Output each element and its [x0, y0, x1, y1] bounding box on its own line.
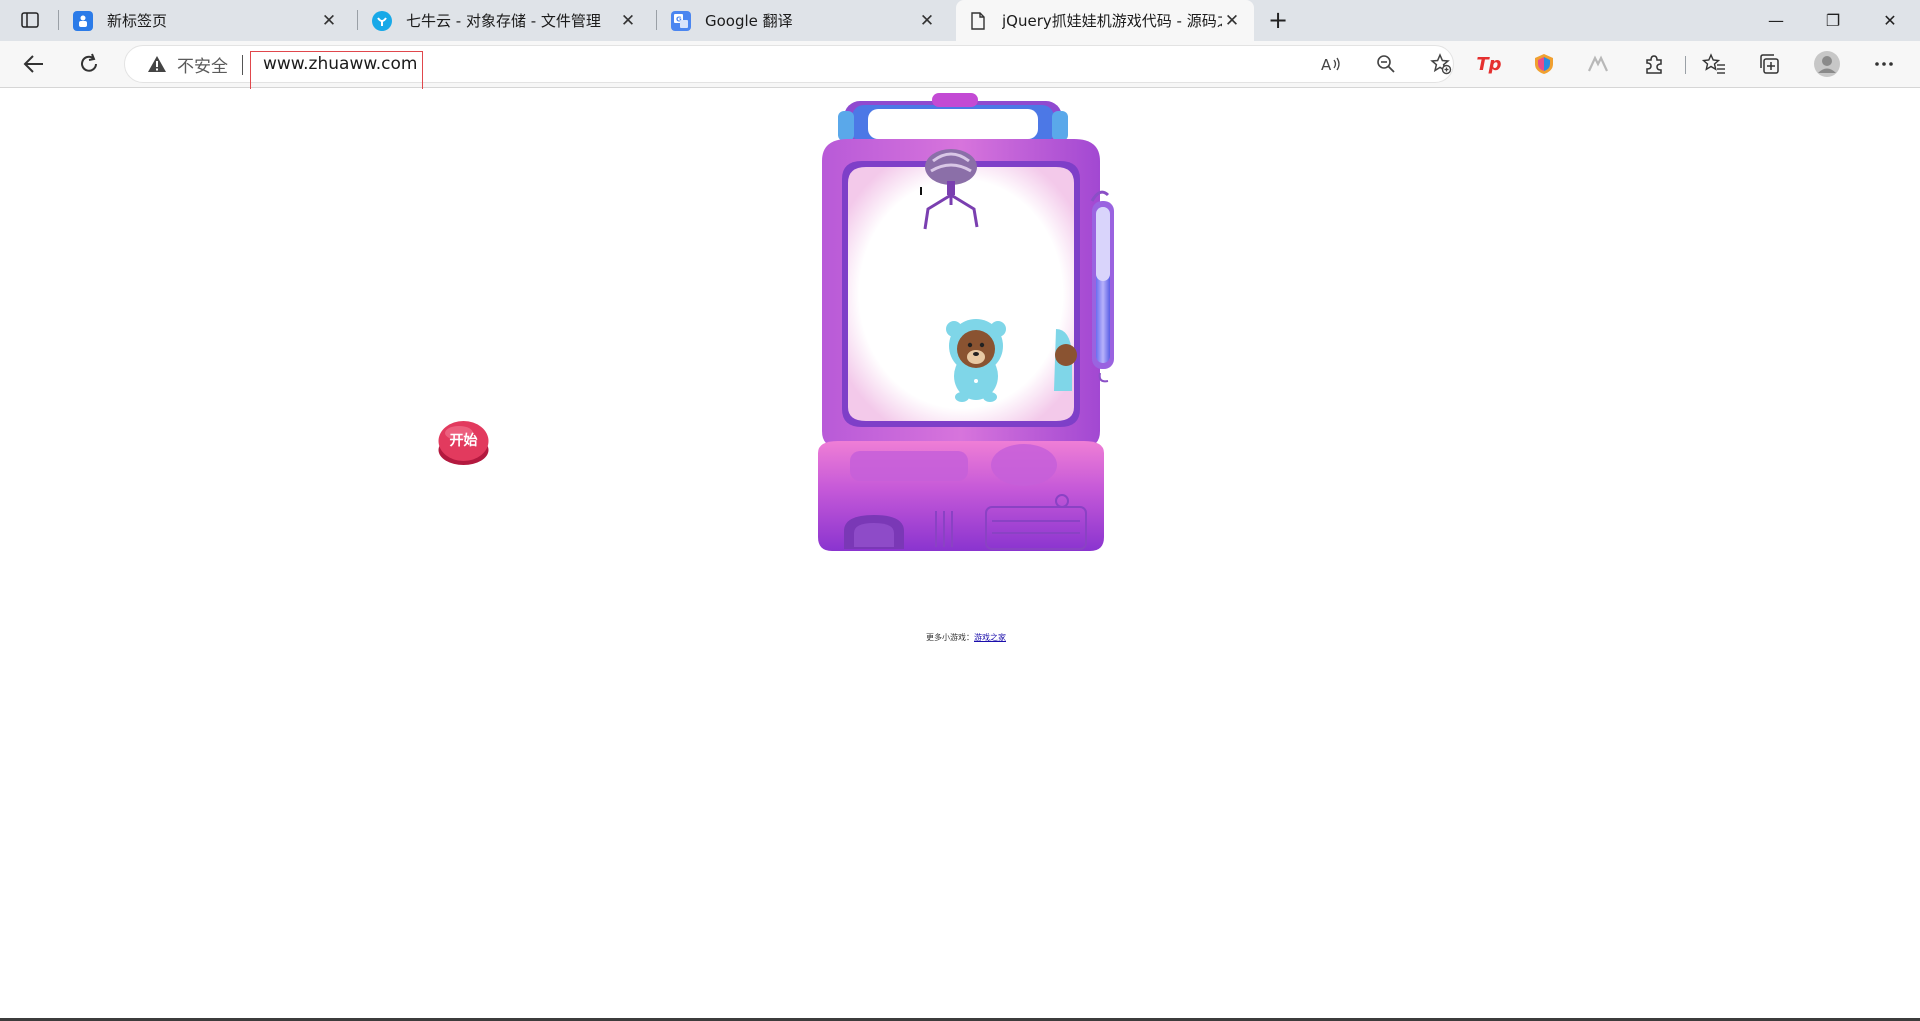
close-icon[interactable]: ✕: [1222, 11, 1242, 31]
tab-separator: [656, 10, 657, 30]
read-aloud-icon: A: [1321, 56, 1340, 73]
tab-claw-machine[interactable]: jQuery抓娃娃机游戏代码 - 源码之 ✕: [956, 0, 1254, 41]
mountain-extension-icon: [1588, 55, 1608, 72]
window-close-button[interactable]: ✕: [1862, 0, 1918, 40]
google-translate-icon: G: [671, 10, 691, 31]
tab-separator: [357, 10, 358, 30]
new-tab-button[interactable]: +: [1258, 5, 1298, 35]
add-favorite-button[interactable]: [1423, 47, 1459, 81]
tab-title: Google 翻译: [705, 12, 793, 30]
refresh-icon: [81, 53, 97, 72]
tab-title: 新标签页: [107, 12, 168, 30]
extension-tp-button[interactable]: Tp: [1471, 47, 1507, 81]
coin-tube-icon: [1090, 190, 1114, 383]
extension-shield-button[interactable]: [1526, 47, 1562, 81]
new-tab-icon: [73, 10, 93, 31]
zoom-button[interactable]: [1368, 47, 1404, 81]
tab-title: jQuery抓娃娃机游戏代码 - 源码之: [1002, 12, 1222, 30]
warning-icon: [148, 56, 166, 72]
joystick-pad: [991, 444, 1057, 486]
back-arrow-icon: [23, 55, 43, 73]
more-games-link[interactable]: 游戏之家: [974, 633, 1006, 642]
url-text[interactable]: www.zhuaww.com: [263, 46, 417, 82]
profile-button[interactable]: [1809, 47, 1845, 81]
address-separator: [242, 55, 243, 75]
zoom-out-icon: [1377, 55, 1395, 73]
qiniu-cloud-icon: [372, 10, 392, 31]
collections-icon: [1760, 54, 1779, 74]
extension-grey-button[interactable]: [1580, 47, 1616, 81]
tab-strip: 新标签页 ✕ 七牛云 - 对象存储 - 文件管理 ✕ G Google 翻译 ✕…: [0, 0, 1920, 41]
settings-menu-button[interactable]: [1866, 47, 1902, 81]
refresh-button[interactable]: [71, 47, 107, 81]
read-aloud-button[interactable]: A: [1313, 47, 1349, 81]
minimize-button[interactable]: —: [1748, 0, 1804, 40]
tab-new-tab[interactable]: 新标签页 ✕: [61, 0, 351, 41]
tab-actions-icon[interactable]: [10, 5, 50, 35]
puzzle-icon: [1646, 55, 1662, 74]
tab-title: 七牛云 - 对象存储 - 文件管理: [406, 12, 601, 30]
more-icon: [1875, 62, 1893, 66]
favorites-icon: [1702, 53, 1725, 74]
footer-links: 更多小游戏：游戏之家: [926, 632, 1006, 643]
svg-text:A: A: [1321, 56, 1332, 73]
toolbar-separator: [1685, 56, 1686, 74]
shield-extension-icon: [1535, 54, 1553, 74]
tab-google-translate[interactable]: G Google 翻译 ✕: [659, 0, 949, 41]
restore-button[interactable]: ❐: [1805, 0, 1861, 40]
close-icon[interactable]: ✕: [917, 11, 937, 31]
collections-button[interactable]: [1751, 47, 1787, 81]
close-icon[interactable]: ✕: [618, 11, 638, 31]
machine-top-sign: [838, 93, 1068, 147]
security-indicator[interactable]: 不安全: [147, 46, 228, 82]
back-button[interactable]: [16, 47, 52, 81]
insecure-label: 不安全: [177, 56, 228, 77]
claw-machine: [808, 91, 1114, 551]
avatar: [1814, 51, 1840, 77]
text-cursor: [920, 187, 922, 195]
coin-slot-panel: [850, 451, 968, 481]
page-content: 开始 更多小游戏：游戏之家: [0, 89, 1920, 1019]
tab-qiniu[interactable]: 七牛云 - 对象存储 - 文件管理 ✕: [360, 0, 650, 41]
star-add-icon: [1430, 53, 1452, 75]
extensions-button[interactable]: [1636, 47, 1672, 81]
close-icon[interactable]: ✕: [319, 11, 339, 31]
favorites-button[interactable]: [1696, 47, 1732, 81]
address-bar[interactable]: 不安全 www.zhuaww.com A: [124, 45, 1454, 83]
page-icon: [968, 11, 988, 31]
navigation-toolbar: 不安全 www.zhuaww.com A Tp: [0, 41, 1920, 88]
footer-prefix: 更多小游戏：: [926, 633, 974, 642]
tp-extension-icon: Tp: [1476, 53, 1502, 75]
start-button-label: 开始: [450, 432, 478, 449]
tab-separator: [58, 10, 59, 30]
start-button[interactable]: 开始: [437, 417, 490, 468]
